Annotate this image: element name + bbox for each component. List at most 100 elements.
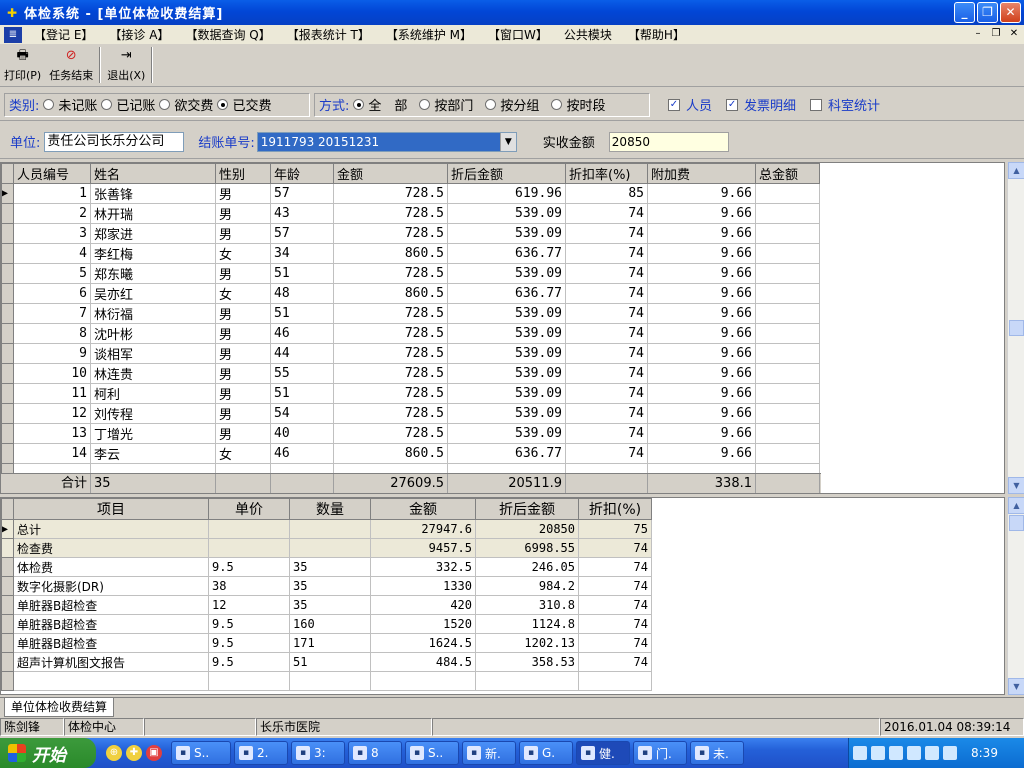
quicklaunch-icon[interactable]: ⊕ (106, 745, 122, 761)
table-row[interactable]: 2 林开瑞男 43 728.5 539.09 74 9.66 (1, 203, 820, 224)
taskbar-button[interactable]: ▪ 2. (234, 741, 288, 765)
people-scrollbar[interactable]: ▲ ▼ (1007, 162, 1024, 494)
table-cell[interactable]: 刘传程 (90, 403, 216, 424)
table-cell[interactable]: 女 (215, 283, 271, 304)
radio-to-pay[interactable]: 欲交费 (159, 95, 213, 114)
scroll-thumb[interactable] (1009, 320, 1024, 336)
quicklaunch-icon[interactable]: ▣ (146, 745, 162, 761)
tab-unit-settlement[interactable]: 单位体检收费结算 (4, 698, 115, 717)
table-cell[interactable]: 74 (565, 423, 648, 444)
table-cell[interactable]: 74 (578, 614, 652, 634)
table-row[interactable]: ▶ 1 张善锋男 57 728.5 619.96 85 9.66 (1, 183, 820, 204)
table-cell[interactable]: 12 (13, 403, 91, 424)
table-cell[interactable]: 9.66 (647, 423, 756, 444)
table-cell[interactable]: 728.5 (333, 423, 448, 444)
table-cell[interactable]: 9.5 (208, 633, 290, 653)
table-cell[interactable]: 9.66 (647, 263, 756, 284)
table-cell[interactable]: 柯利 (90, 383, 216, 404)
table-cell[interactable]: 1 (13, 183, 91, 204)
scroll-up-icon[interactable]: ▲ (1008, 497, 1024, 514)
menu-register[interactable]: 【登记 E】 (26, 26, 101, 43)
qq-icon[interactable] (889, 746, 903, 760)
col-header[interactable]: 性别 (215, 163, 271, 184)
radio-by-dept[interactable]: 按部门 (419, 95, 473, 114)
table-cell[interactable]: 9.66 (647, 363, 756, 384)
table-cell[interactable]: 539.09 (447, 323, 566, 344)
table-cell[interactable]: 1124.8 (475, 614, 579, 634)
table-cell[interactable]: 李云 (90, 443, 216, 464)
taskbar-button[interactable]: ▪ 新. (462, 741, 516, 765)
table-cell[interactable]: 5 (13, 263, 91, 284)
table-cell[interactable]: 43 (270, 203, 334, 224)
table-cell[interactable]: 9.66 (647, 343, 756, 364)
table-cell[interactable] (755, 343, 820, 364)
shield-icon[interactable] (943, 746, 957, 760)
table-cell[interactable]: 74 (565, 243, 648, 264)
col-header[interactable]: 人员编号 (13, 163, 91, 184)
table-cell[interactable]: 34 (270, 243, 334, 264)
table-row[interactable]: 体检费 9.5 35 332.5 246.05 74 (1, 557, 652, 577)
table-row[interactable]: 检查费 9457.5 6998.55 74 (1, 538, 652, 558)
table-cell[interactable]: 539.09 (447, 423, 566, 444)
table-cell[interactable]: 984.2 (475, 576, 579, 596)
table-row[interactable]: 单脏器B超检查 12 35 420 310.8 74 (1, 595, 652, 615)
radio-by-time[interactable]: 按时段 (551, 95, 605, 114)
table-cell[interactable]: 体检费 (13, 557, 209, 577)
table-cell[interactable]: 单脏器B超检查 (13, 595, 209, 615)
table-cell[interactable]: 10 (13, 363, 91, 384)
table-cell[interactable]: 男 (215, 403, 271, 424)
table-row[interactable]: 数字化摄影(DR) 38 35 1330 984.2 74 (1, 576, 652, 596)
table-cell[interactable]: 728.5 (333, 183, 448, 204)
checkbox-dept-stats[interactable]: 科室统计 (810, 95, 880, 114)
close-button[interactable]: ✕ (1000, 2, 1021, 23)
end-task-button[interactable]: ⊘ 任务结束 (45, 48, 97, 86)
table-cell[interactable]: 男 (215, 363, 271, 384)
table-cell[interactable]: 420 (370, 595, 476, 615)
table-cell[interactable]: 9457.5 (370, 538, 476, 558)
menu-system[interactable]: 【系统维护 M】 (378, 26, 480, 43)
table-cell[interactable]: 3 (13, 223, 91, 244)
checkbox-person[interactable]: ✓ 人员 (668, 95, 712, 114)
table-row[interactable]: ▶ 总计 27947.6 20850 75 (1, 519, 652, 539)
table-row[interactable]: 13 丁增光男 40 728.5 539.09 74 9.66 (1, 423, 820, 444)
table-cell[interactable]: 1624.5 (370, 633, 476, 653)
table-cell[interactable]: 74 (565, 303, 648, 324)
menu-window[interactable]: 【窗口W】 (480, 26, 556, 43)
table-cell[interactable]: 35 (289, 557, 371, 577)
col-header[interactable]: 金额 (333, 163, 448, 184)
table-cell[interactable] (208, 519, 290, 539)
table-cell[interactable]: 11 (13, 383, 91, 404)
table-cell[interactable]: 539.09 (447, 303, 566, 324)
table-cell[interactable]: 7 (13, 303, 91, 324)
table-cell[interactable]: 48 (270, 283, 334, 304)
table-cell[interactable]: 男 (215, 223, 271, 244)
menu-help[interactable]: 【帮助H】 (620, 26, 693, 43)
table-cell[interactable]: 358.53 (475, 652, 579, 672)
table-cell[interactable]: 男 (215, 263, 271, 284)
table-cell[interactable]: 636.77 (447, 243, 566, 264)
table-cell[interactable]: 310.8 (475, 595, 579, 615)
table-cell[interactable]: 74 (578, 652, 652, 672)
table-cell[interactable]: 85 (565, 183, 648, 204)
table-row[interactable]: 11 柯利男 51 728.5 539.09 74 9.66 (1, 383, 820, 404)
table-cell[interactable]: 160 (289, 614, 371, 634)
table-cell[interactable]: 20850 (475, 519, 579, 539)
table-row[interactable]: 14 李云女 46 860.5 636.77 74 9.66 (1, 443, 820, 464)
col-header[interactable]: 年龄 (270, 163, 334, 184)
table-row[interactable]: 单脏器B超检查 9.5 171 1624.5 1202.13 74 (1, 633, 652, 653)
mdi-close-icon[interactable]: ✕ (1006, 27, 1022, 41)
table-cell[interactable]: 郑东曦 (90, 263, 216, 284)
table-cell[interactable] (289, 519, 371, 539)
table-cell[interactable]: 40 (270, 423, 334, 444)
table-cell[interactable]: 539.09 (447, 203, 566, 224)
table-cell[interactable]: 728.5 (333, 363, 448, 384)
table-cell[interactable]: 1330 (370, 576, 476, 596)
table-cell[interactable] (755, 423, 820, 444)
table-cell[interactable]: 728.5 (333, 203, 448, 224)
table-cell[interactable]: 44 (270, 343, 334, 364)
table-cell[interactable] (755, 443, 820, 464)
table-cell[interactable] (755, 403, 820, 424)
table-cell[interactable]: 林连贵 (90, 363, 216, 384)
table-cell[interactable] (755, 363, 820, 384)
table-row[interactable]: 4 李红梅女 34 860.5 636.77 74 9.66 (1, 243, 820, 264)
